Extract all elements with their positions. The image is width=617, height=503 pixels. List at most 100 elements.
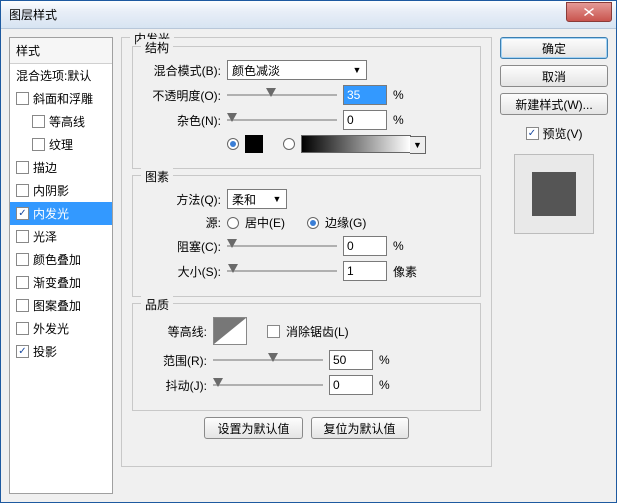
method-combo[interactable]: 柔和 ▼: [227, 189, 287, 209]
chevron-down-icon: ▼: [410, 136, 426, 154]
source-edge-radio[interactable]: [307, 217, 319, 229]
preview-swatch: [532, 172, 576, 216]
close-button[interactable]: [566, 2, 612, 22]
opacity-unit: %: [393, 88, 421, 102]
style-item[interactable]: 描边: [10, 156, 112, 179]
source-edge-label: 边缘(G): [325, 214, 366, 231]
range-input[interactable]: 50: [329, 350, 373, 370]
blend-options-label: 混合选项:默认: [16, 67, 91, 84]
antialias-checkbox[interactable]: [267, 325, 280, 338]
style-checkbox[interactable]: [16, 207, 29, 220]
quality-group: 品质 等高线: 消除锯齿(L) 范围(R): 50 %: [132, 303, 481, 411]
quality-legend: 品质: [141, 296, 173, 313]
source-label: 源:: [143, 214, 221, 231]
window-title: 图层样式: [9, 6, 57, 23]
style-item[interactable]: 外发光: [10, 317, 112, 340]
contour-label: 等高线:: [143, 323, 207, 340]
elements-legend: 图素: [141, 168, 173, 185]
make-default-button[interactable]: 设置为默认值: [204, 417, 302, 439]
style-item-label: 外发光: [33, 320, 69, 337]
size-input[interactable]: 1: [343, 261, 387, 281]
style-item[interactable]: 斜面和浮雕: [10, 87, 112, 110]
layer-style-dialog: 图层样式 样式 混合选项:默认 斜面和浮雕等高线纹理描边内阴影内发光光泽颜色叠加…: [0, 0, 617, 503]
jitter-label: 抖动(J):: [143, 377, 207, 394]
style-item[interactable]: 纹理: [10, 133, 112, 156]
opacity-slider[interactable]: [227, 86, 337, 104]
style-checkbox[interactable]: [16, 161, 29, 174]
style-item[interactable]: 内发光: [10, 202, 112, 225]
noise-unit: %: [393, 113, 421, 127]
style-item[interactable]: 内阴影: [10, 179, 112, 202]
elements-group: 图素 方法(Q): 柔和 ▼ 源: 居中(E) 边缘: [132, 175, 481, 297]
range-slider[interactable]: [213, 351, 323, 369]
color-swatch[interactable]: [245, 135, 263, 153]
jitter-unit: %: [379, 378, 407, 392]
right-column: 确定 取消 新建样式(W)... 预览(V): [500, 37, 608, 494]
size-slider[interactable]: [227, 262, 337, 280]
choke-input[interactable]: 0: [343, 236, 387, 256]
color-radio[interactable]: [227, 138, 239, 150]
source-center-label: 居中(E): [245, 214, 285, 231]
style-item-label: 渐变叠加: [33, 274, 81, 291]
style-checkbox[interactable]: [16, 92, 29, 105]
contour-picker[interactable]: [213, 317, 247, 345]
style-checkbox[interactable]: [16, 345, 29, 358]
style-checkbox[interactable]: [32, 138, 45, 151]
style-item-label: 等高线: [49, 113, 85, 130]
size-label: 大小(S):: [143, 263, 221, 280]
noise-slider[interactable]: [227, 111, 337, 129]
styles-header: 样式: [10, 38, 112, 64]
style-checkbox[interactable]: [16, 322, 29, 335]
style-item[interactable]: 渐变叠加: [10, 271, 112, 294]
style-checkbox[interactable]: [16, 276, 29, 289]
style-item-label: 图案叠加: [33, 297, 81, 314]
range-label: 范围(R):: [143, 352, 207, 369]
style-item-label: 颜色叠加: [33, 251, 81, 268]
ok-button[interactable]: 确定: [500, 37, 608, 59]
gradient-radio[interactable]: [283, 138, 295, 150]
blend-options-item[interactable]: 混合选项:默认: [10, 64, 112, 87]
chevron-down-icon: ▼: [350, 63, 364, 77]
style-item-label: 内发光: [33, 205, 69, 222]
structure-legend: 结构: [141, 39, 173, 56]
preview-checkbox[interactable]: [526, 127, 539, 140]
range-unit: %: [379, 353, 407, 367]
cancel-button[interactable]: 取消: [500, 65, 608, 87]
style-item-label: 斜面和浮雕: [33, 90, 93, 107]
style-item-label: 纹理: [49, 136, 73, 153]
gradient-picker[interactable]: ▼: [301, 135, 411, 153]
method-value: 柔和: [232, 191, 256, 208]
new-style-button[interactable]: 新建样式(W)...: [500, 93, 608, 115]
style-checkbox[interactable]: [16, 299, 29, 312]
style-item[interactable]: 等高线: [10, 110, 112, 133]
settings-panel: 内发光 结构 混合模式(B): 颜色减淡 ▼ 不透明度(O): 35: [121, 37, 492, 494]
styles-list: 样式 混合选项:默认 斜面和浮雕等高线纹理描边内阴影内发光光泽颜色叠加渐变叠加图…: [9, 37, 113, 494]
source-center-radio[interactable]: [227, 217, 239, 229]
style-item[interactable]: 图案叠加: [10, 294, 112, 317]
opacity-label: 不透明度(O):: [143, 87, 221, 104]
style-item[interactable]: 颜色叠加: [10, 248, 112, 271]
jitter-slider[interactable]: [213, 376, 323, 394]
choke-unit: %: [393, 239, 421, 253]
style-checkbox[interactable]: [16, 230, 29, 243]
reset-default-button[interactable]: 复位为默认值: [311, 417, 409, 439]
opacity-input[interactable]: 35: [343, 85, 387, 105]
antialias-label: 消除锯齿(L): [286, 323, 349, 340]
jitter-input[interactable]: 0: [329, 375, 373, 395]
noise-input[interactable]: 0: [343, 110, 387, 130]
style-checkbox[interactable]: [32, 115, 45, 128]
structure-group: 结构 混合模式(B): 颜色减淡 ▼ 不透明度(O): 35 %: [132, 46, 481, 169]
style-item-label: 投影: [33, 343, 57, 360]
inner-glow-group: 内发光 结构 混合模式(B): 颜色减淡 ▼ 不透明度(O): 35: [121, 37, 492, 467]
choke-slider[interactable]: [227, 237, 337, 255]
style-item-label: 光泽: [33, 228, 57, 245]
style-checkbox[interactable]: [16, 253, 29, 266]
style-item[interactable]: 光泽: [10, 225, 112, 248]
method-label: 方法(Q):: [143, 191, 221, 208]
preview-box: [514, 154, 594, 234]
preview-label: 预览(V): [543, 125, 583, 142]
style-checkbox[interactable]: [16, 184, 29, 197]
choke-label: 阻塞(C):: [143, 238, 221, 255]
blend-mode-combo[interactable]: 颜色减淡 ▼: [227, 60, 367, 80]
style-item[interactable]: 投影: [10, 340, 112, 363]
